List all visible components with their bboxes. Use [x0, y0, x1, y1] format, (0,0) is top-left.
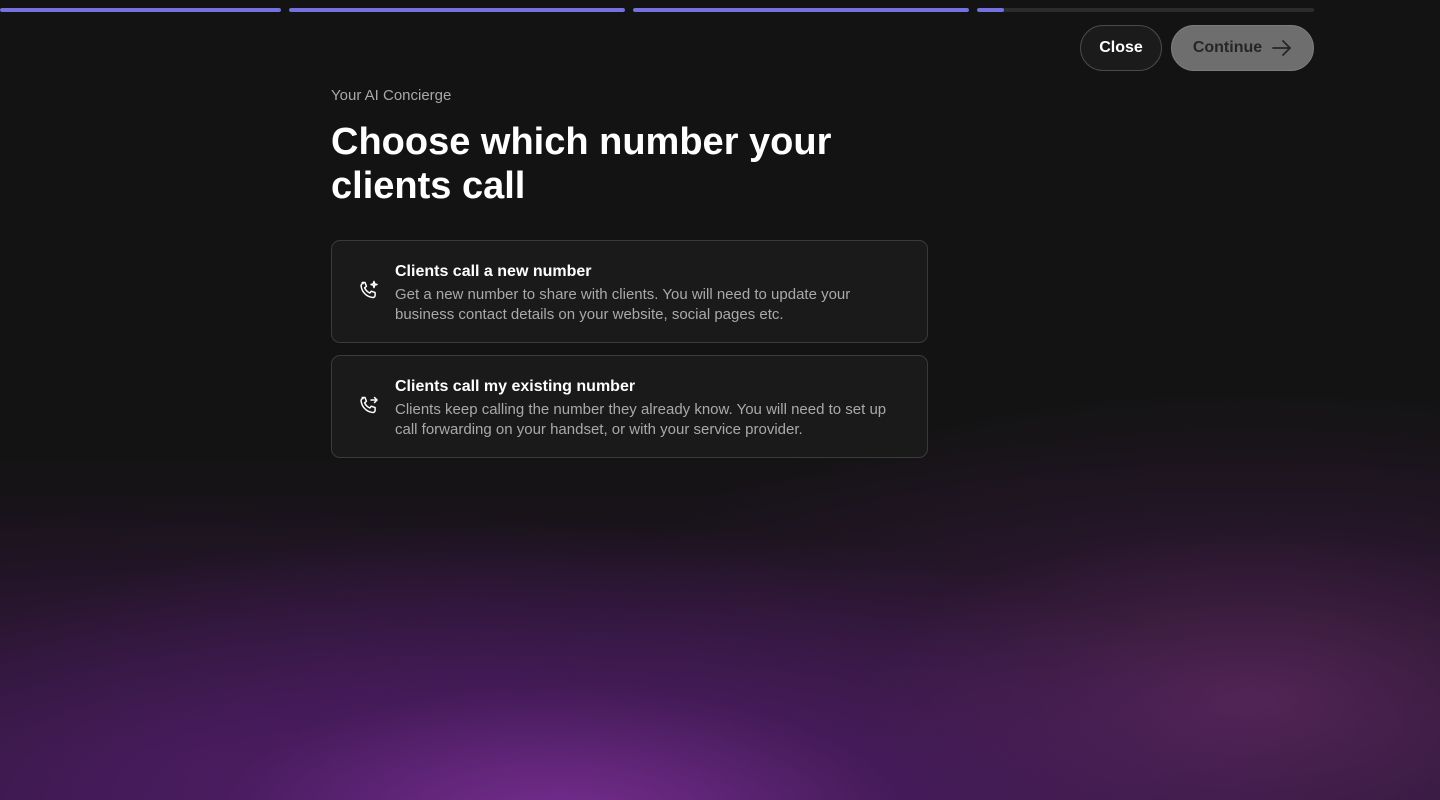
option-existing-number[interactable]: Clients call my existing number Clients …: [331, 355, 928, 458]
close-button-label: Close: [1099, 39, 1143, 56]
progress-segment: [633, 8, 969, 12]
progress-fill: [289, 8, 625, 12]
page-title: Choose which number your clients call: [331, 121, 832, 207]
progress-segment: [289, 8, 625, 12]
option-description: Get a new number to share with clients. …: [395, 286, 851, 323]
arrow-right-icon: [1272, 40, 1292, 56]
progress-segment: [0, 8, 281, 12]
option-new-number[interactable]: Clients call a new number Get a new numb…: [331, 240, 928, 343]
page-eyebrow: Your AI Concierge: [331, 87, 452, 104]
close-button[interactable]: Close: [1080, 25, 1162, 71]
continue-button-label: Continue: [1192, 39, 1263, 56]
onboarding-page: Close Continue Your AI Concierge Choose …: [0, 0, 1440, 800]
option-description: Clients keep calling the number they alr…: [395, 401, 887, 438]
progress-fill: [0, 8, 281, 12]
progress-fill: [633, 8, 969, 12]
continue-button[interactable]: Continue: [1171, 25, 1314, 71]
progress-fill: [977, 8, 1004, 12]
progress-segment: [977, 8, 1314, 12]
step-progress-bar: [0, 8, 1314, 12]
option-title: Clients call my existing number: [395, 378, 636, 395]
option-title: Clients call a new number: [395, 263, 592, 280]
phone-sparkle-icon: [360, 280, 378, 299]
phone-forward-icon: [360, 396, 378, 414]
